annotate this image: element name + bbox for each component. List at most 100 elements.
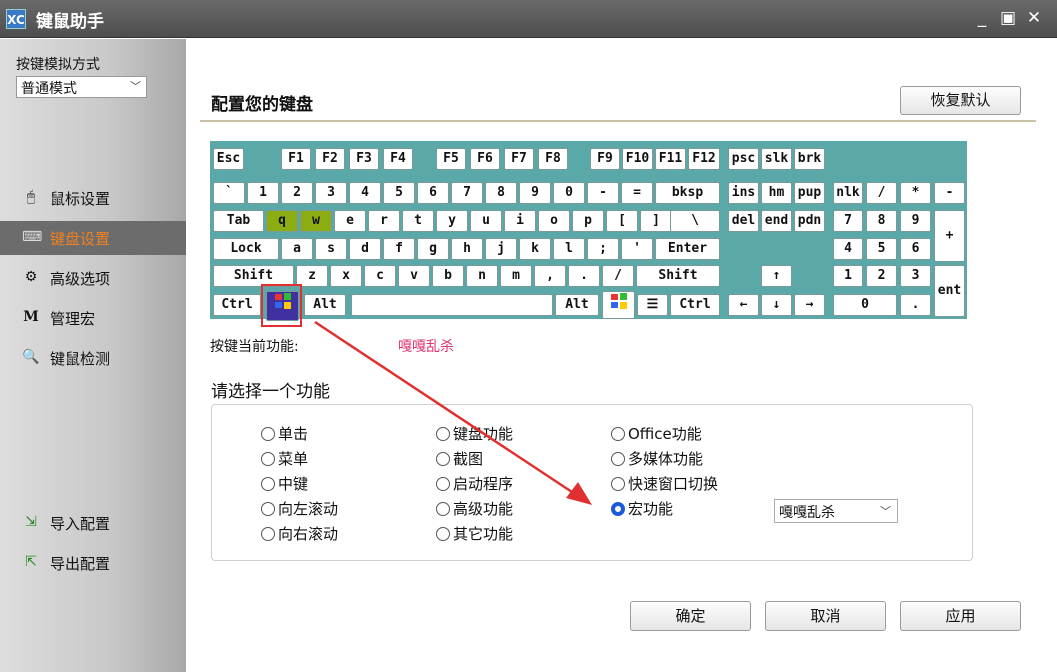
key[interactable]: ins (728, 182, 759, 204)
key[interactable]: b (432, 265, 464, 287)
radio-scroll-left[interactable]: 向左滚动 (261, 498, 338, 519)
radio-launch-program[interactable]: 启动程序 (436, 473, 513, 494)
key[interactable]: ↓ (761, 294, 792, 316)
key[interactable]: F7 (504, 148, 534, 170)
menu-key[interactable]: ☰ (637, 294, 668, 316)
key[interactable]: pdn (794, 210, 825, 232)
key[interactable]: i (504, 210, 536, 232)
key[interactable]: u (470, 210, 502, 232)
sidebar-item-mouse-settings[interactable]: 🖱 鼠标设置 (0, 181, 186, 215)
key[interactable]: 5 (383, 182, 415, 204)
apply-button[interactable]: 应用 (900, 601, 1021, 631)
key[interactable]: F2 (315, 148, 345, 170)
radio-office-function[interactable]: Office功能 (611, 423, 702, 444)
key[interactable]: o (538, 210, 570, 232)
key[interactable]: v (398, 265, 430, 287)
key[interactable]: F5 (436, 148, 466, 170)
key[interactable]: k (519, 238, 551, 260)
key[interactable]: 4 (349, 182, 381, 204)
key[interactable]: end (761, 210, 792, 232)
key[interactable]: f (383, 238, 415, 260)
key[interactable]: 2 (281, 182, 313, 204)
key[interactable]: ; (587, 238, 619, 260)
macro-select[interactable]: 嘎嘎乱杀 ﹀ (774, 499, 898, 523)
key[interactable]: F9 (590, 148, 620, 170)
key[interactable]: 8 (485, 182, 517, 204)
key[interactable]: F12 (688, 148, 720, 170)
ok-button[interactable]: 确定 (630, 601, 751, 631)
key[interactable]: / (866, 182, 897, 204)
key[interactable]: ent (934, 265, 965, 317)
key[interactable]: 7 (833, 210, 863, 232)
key[interactable]: Ctrl (670, 294, 720, 316)
sidebar-item-device-check[interactable]: 🔍 键鼠检测 (0, 341, 186, 375)
key[interactable]: Shift (636, 265, 720, 287)
key[interactable]: psc (728, 148, 759, 170)
sidebar-item-advanced-options[interactable]: ⚙ 高级选项 (0, 261, 186, 295)
radio-macro-function[interactable]: 宏功能 (611, 498, 673, 519)
key[interactable]: t (402, 210, 434, 232)
key[interactable]: = (621, 182, 653, 204)
radio-scroll-right[interactable]: 向右滚动 (261, 523, 338, 544)
radio-keyboard-function[interactable]: 键盘功能 (436, 423, 513, 444)
key[interactable]: bksp (655, 182, 720, 204)
key[interactable]: ← (728, 294, 759, 316)
radio-window-switch[interactable]: 快速窗口切换 (611, 473, 718, 494)
radio-click[interactable]: 单击 (261, 423, 308, 444)
key[interactable]: s (315, 238, 347, 260)
radio-other-function[interactable]: 其它功能 (436, 523, 513, 544)
key[interactable]: 2 (866, 265, 897, 287)
key[interactable]: Alt (304, 294, 346, 316)
key[interactable]: p (572, 210, 604, 232)
key[interactable]: F4 (383, 148, 413, 170)
key[interactable]: , (534, 265, 566, 287)
key[interactable]: n (466, 265, 498, 287)
sidebar-item-import-config[interactable]: ⇲ 导入配置 (0, 506, 186, 540)
key[interactable]: Alt (555, 294, 599, 316)
key[interactable]: del (728, 210, 759, 232)
key[interactable]: x (330, 265, 362, 287)
key[interactable]: pup (794, 182, 825, 204)
key[interactable]: Tab (213, 210, 264, 232)
radio-advanced-function[interactable]: 高级功能 (436, 498, 513, 519)
key[interactable]: d (349, 238, 381, 260)
key[interactable]: ' (621, 238, 653, 260)
right-windows-key[interactable] (602, 291, 635, 319)
key[interactable]: 3 (900, 265, 931, 287)
key[interactable]: 0 (833, 294, 897, 316)
key[interactable]: ] (640, 210, 672, 232)
key[interactable]: . (568, 265, 600, 287)
key[interactable]: + (934, 210, 965, 262)
key[interactable]: - (587, 182, 619, 204)
sidebar-item-manage-macros[interactable]: M 管理宏 (0, 301, 186, 335)
key[interactable]: → (794, 294, 825, 316)
key[interactable]: g (417, 238, 449, 260)
key[interactable]: ` (213, 182, 245, 204)
key[interactable]: F11 (655, 148, 686, 170)
key[interactable]: m (500, 265, 532, 287)
key[interactable]: F3 (349, 148, 379, 170)
key[interactable]: Lock (213, 238, 279, 260)
sidebar-item-keyboard-settings[interactable]: ⌨ 键盘设置 (0, 221, 186, 255)
key[interactable]: 5 (866, 238, 897, 260)
key[interactable]: 9 (900, 210, 931, 232)
key[interactable]: ↑ (761, 265, 792, 287)
key[interactable]: a (281, 238, 313, 260)
key[interactable]: 6 (900, 238, 931, 260)
key[interactable]: 4 (833, 238, 863, 260)
key[interactable]: e (334, 210, 366, 232)
key[interactable]: 1 (247, 182, 279, 204)
key[interactable]: l (553, 238, 585, 260)
key[interactable]: F8 (538, 148, 568, 170)
close-button[interactable]: ✕ (1024, 8, 1044, 28)
key[interactable]: w (300, 210, 332, 232)
key[interactable]: brk (794, 148, 825, 170)
key[interactable]: 3 (315, 182, 347, 204)
key[interactable]: Esc (213, 148, 244, 170)
key[interactable]: Enter (655, 238, 720, 260)
restore-defaults-button[interactable]: 恢复默认 (900, 86, 1021, 115)
key[interactable]: F6 (470, 148, 500, 170)
mode-select[interactable]: 普通模式 ﹀ (16, 76, 147, 98)
key[interactable]: c (364, 265, 396, 287)
key[interactable]: nlk (833, 182, 863, 204)
